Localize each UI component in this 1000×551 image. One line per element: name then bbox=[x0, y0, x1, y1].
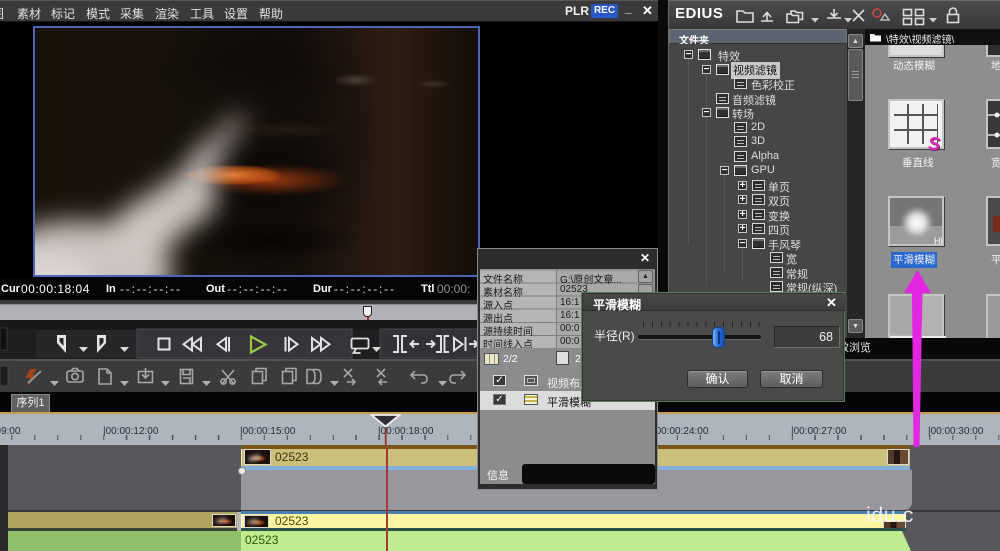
svg-text:Hi: Hi bbox=[934, 236, 943, 246]
